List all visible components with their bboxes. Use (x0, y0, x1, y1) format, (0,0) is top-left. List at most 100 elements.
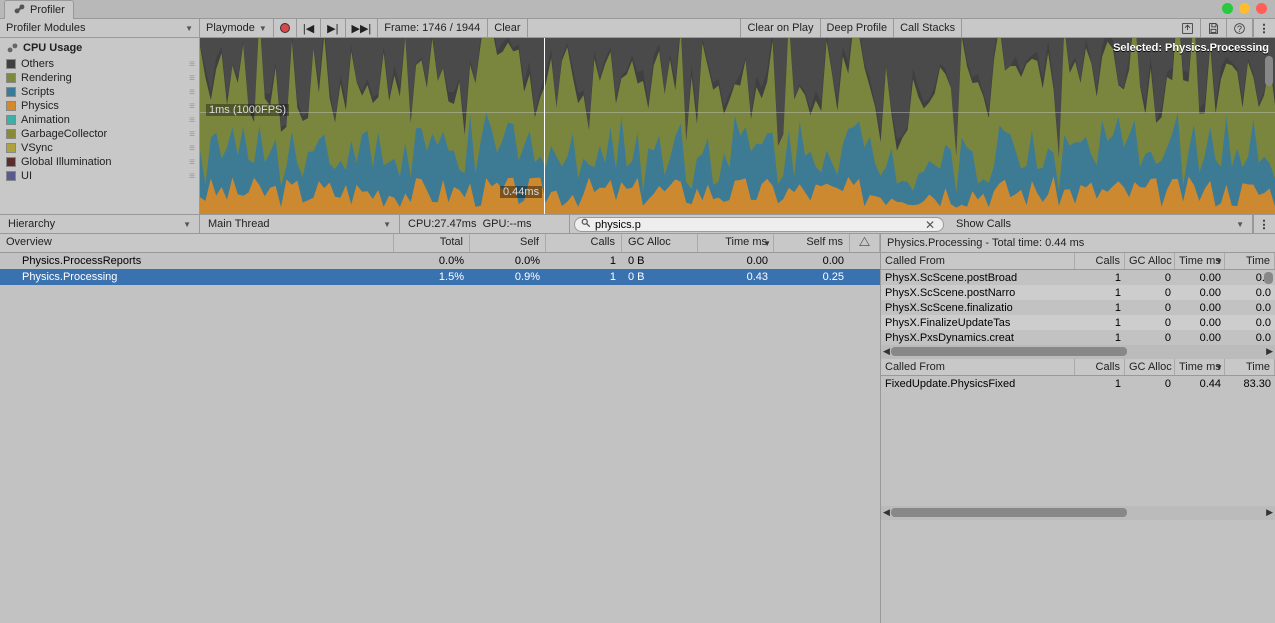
skip-back-icon: |◀ (303, 22, 314, 35)
legend-label: Global Illumination (21, 156, 112, 168)
drag-handle-icon[interactable]: ≡ (189, 129, 193, 140)
detail-row[interactable]: PhysX.ScScene.postNarro 1 0 0.00 0.0 (881, 285, 1275, 300)
profiler-modules-dropdown[interactable]: Profiler Modules ▼ (0, 19, 200, 37)
hierarchy-pane: Overview Total Self Calls GC Alloc Time … (0, 234, 880, 623)
traffic-red[interactable] (1256, 3, 1267, 14)
traffic-green[interactable] (1222, 3, 1233, 14)
timing-readout: CPU:27.47ms GPU:--ms (400, 215, 570, 233)
hierarchy-menu-button[interactable]: ⋮ (1253, 215, 1275, 233)
call-stacks-button[interactable]: Call Stacks (894, 19, 962, 37)
drag-handle-icon[interactable]: ≡ (189, 101, 193, 112)
col-selfms[interactable]: Self ms (774, 234, 850, 252)
col-gcalloc[interactable]: GC Alloc (622, 234, 698, 252)
frame-next-button[interactable]: ▶| (321, 19, 345, 37)
dcol-time[interactable]: Time ms▼ (1175, 359, 1225, 375)
detail-vscroll-1[interactable] (1264, 272, 1273, 284)
search-clear-button[interactable]: ✕ (923, 218, 937, 232)
thread-dropdown[interactable]: Main Thread ▼ (200, 215, 400, 233)
help-button[interactable]: ? (1227, 19, 1253, 37)
drag-handle-icon[interactable]: ≡ (189, 157, 193, 168)
col-timems[interactable]: Time ms▼ (698, 234, 774, 252)
legend-item[interactable]: VSync≡ (0, 141, 199, 155)
cpu-chart[interactable]: 1ms (1000FPS) 0.44ms Selected: Physics.P… (200, 38, 1275, 214)
drag-handle-icon[interactable]: ≡ (189, 87, 193, 98)
legend-swatch (6, 101, 16, 111)
drag-handle-icon[interactable]: ≡ (189, 171, 193, 182)
warning-icon (859, 236, 870, 247)
search-input[interactable] (595, 219, 919, 231)
col-warning[interactable] (850, 234, 880, 252)
dcol-calls[interactable]: Calls (1075, 359, 1125, 375)
dcol-calls[interactable]: Calls (1075, 253, 1125, 269)
frame-last-button[interactable]: ▶▶| (346, 19, 379, 37)
dcol-pct[interactable]: Time (1225, 359, 1275, 375)
search-box[interactable]: ✕ (574, 217, 944, 232)
detail-row[interactable]: PhysX.ScScene.finalizatio 1 0 0.00 0.0 (881, 300, 1275, 315)
module-title[interactable]: CPU Usage (0, 38, 199, 57)
drag-handle-icon[interactable]: ≡ (189, 59, 193, 70)
legend-item[interactable]: Animation≡ (0, 113, 199, 127)
col-self[interactable]: Self (470, 234, 546, 252)
tab-label: Profiler (30, 4, 65, 16)
legend-item[interactable]: UI≡ (0, 169, 199, 183)
drag-handle-icon[interactable]: ≡ (189, 73, 193, 84)
dcol-pct[interactable]: Time (1225, 253, 1275, 269)
hierarchy-row[interactable]: Physics.Processing 1.5% 0.9% 1 0 B 0.43 … (0, 269, 880, 285)
frame-label: Frame: 1746 / 1944 (378, 19, 488, 37)
hierarchy-body: Physics.ProcessReports 0.0% 0.0% 1 0 B 0… (0, 253, 880, 623)
drag-handle-icon[interactable]: ≡ (189, 143, 193, 154)
detail-pane: Physics.Processing - Total time: 0.44 ms… (880, 234, 1275, 623)
col-overview[interactable]: Overview (0, 234, 394, 252)
detail-row[interactable]: FixedUpdate.PhysicsFixed 1 0 0.44 83.30 (881, 376, 1275, 391)
record-button[interactable] (274, 19, 297, 37)
chevron-down-icon: ▼ (185, 24, 193, 33)
playmode-dropdown[interactable]: Playmode ▼ (200, 19, 274, 37)
drag-handle-icon[interactable]: ≡ (189, 115, 193, 126)
legend-swatch (6, 73, 16, 83)
profiler-modules-label: Profiler Modules (6, 22, 85, 34)
hierarchy-toolbar: Hierarchy ▼ Main Thread ▼ CPU:27.47ms GP… (0, 214, 1275, 234)
clear-button[interactable]: Clear (488, 19, 527, 37)
detail-row[interactable]: PhysX.FinalizeUpdateTas 1 0 0.00 0.0 (881, 315, 1275, 330)
chart-scrollbar[interactable] (1265, 56, 1273, 86)
legend-swatch (6, 157, 16, 167)
legend-label: Physics (21, 100, 59, 112)
cpu-icon (6, 41, 19, 54)
legend-item[interactable]: Physics ≡ (0, 99, 199, 113)
detail-hscroll-2[interactable]: ◀▶ (881, 506, 1275, 520)
col-total[interactable]: Total (394, 234, 470, 252)
legend-swatch (6, 171, 16, 181)
dcol-gc[interactable]: GC Alloc (1125, 359, 1175, 375)
frame-prev-button[interactable]: |◀ (297, 19, 321, 37)
detail-row[interactable]: PhysX.PxsDynamics.creat 1 0 0.00 0.0 (881, 330, 1275, 345)
legend-item[interactable]: Others≡ (0, 57, 199, 71)
traffic-yellow[interactable] (1239, 3, 1250, 14)
detail-summary: Physics.Processing - Total time: 0.44 ms (881, 234, 1275, 253)
legend-item[interactable]: Scripts≡ (0, 85, 199, 99)
dcol-calledfrom[interactable]: Called From (881, 253, 1075, 269)
tab-profiler[interactable]: Profiler (4, 0, 74, 19)
detail-mode-dropdown[interactable]: Show Calls ▼ (948, 215, 1253, 233)
legend-item[interactable]: GarbageCollector≡ (0, 127, 199, 141)
save-button[interactable] (1201, 19, 1227, 37)
col-calls[interactable]: Calls (546, 234, 622, 252)
chevron-down-icon: ▼ (383, 220, 391, 229)
legend-item[interactable]: Rendering ≡ (0, 71, 199, 85)
detail-row[interactable]: PhysX.ScScene.postBroad 1 0 0.00 0.0 (881, 270, 1275, 285)
legend-swatch (6, 115, 16, 125)
detail-hscroll-1[interactable]: ◀▶ (881, 345, 1275, 359)
scrub-line[interactable] (544, 38, 545, 214)
legend-label: Rendering (21, 72, 72, 84)
load-button[interactable] (1175, 19, 1201, 37)
dcol-calledfrom[interactable]: Called From (881, 359, 1075, 375)
legend-swatch (6, 129, 16, 139)
clear-on-play-button[interactable]: Clear on Play (741, 19, 820, 37)
dcol-gc[interactable]: GC Alloc (1125, 253, 1175, 269)
hierarchy-row[interactable]: Physics.ProcessReports 0.0% 0.0% 1 0 B 0… (0, 253, 880, 269)
legend-item[interactable]: Global Illumination ≡ (0, 155, 199, 169)
scrub-value: 0.44ms (500, 186, 542, 198)
deep-profile-button[interactable]: Deep Profile (821, 19, 895, 37)
dcol-time[interactable]: Time ms▼ (1175, 253, 1225, 269)
view-mode-dropdown[interactable]: Hierarchy ▼ (0, 215, 200, 233)
menu-button[interactable]: ⋮ (1253, 19, 1275, 37)
